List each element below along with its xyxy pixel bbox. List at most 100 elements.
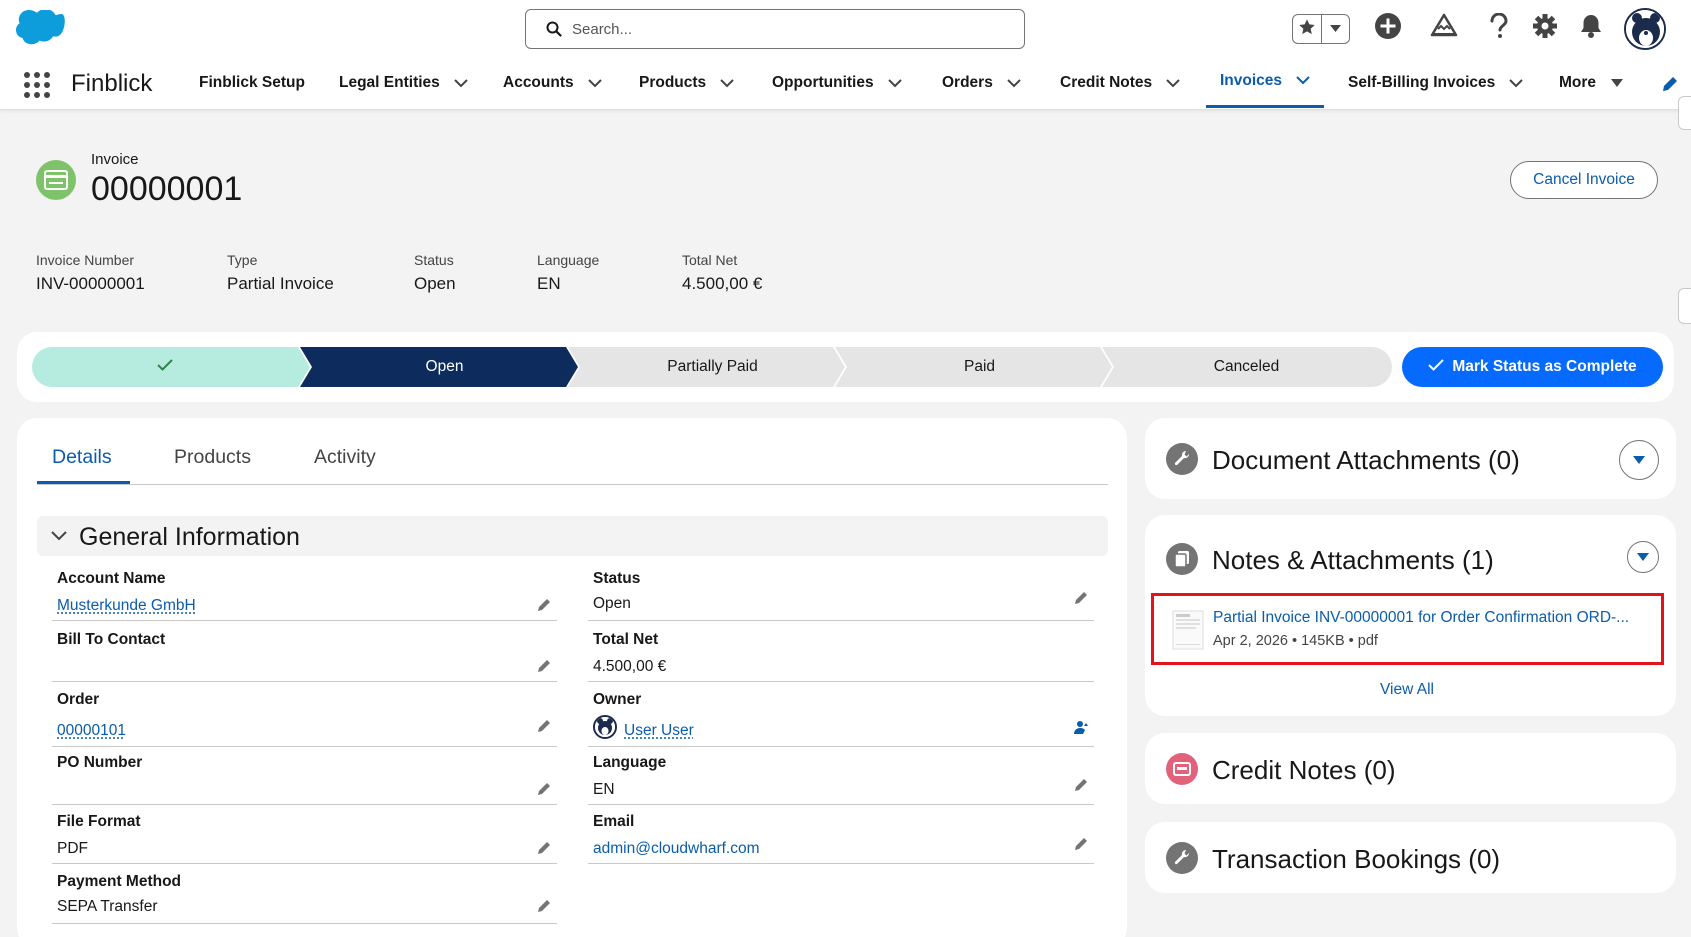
field-status: Status Open (588, 563, 1094, 621)
attachment-title-link[interactable]: Partial Invoice INV-00000001 for Order C… (1213, 609, 1653, 627)
field-account-name: Account Name Musterkunde GmbH (52, 563, 557, 621)
account-name-link[interactable]: Musterkunde GmbH (57, 597, 196, 615)
highlight-language: Language EN (537, 252, 600, 293)
field-po-number: PO Number (52, 747, 557, 805)
tab-products[interactable]: Products (174, 446, 251, 484)
search-input[interactable] (572, 18, 1012, 40)
entity-label: Invoice (91, 151, 139, 168)
help-icon (1489, 12, 1509, 44)
chevron-down-icon[interactable] (454, 78, 468, 88)
global-actions-button[interactable] (1372, 12, 1404, 44)
app-navigation-bar: Finblick Finblick Setup Legal Entities A… (0, 56, 1691, 110)
favorites-button[interactable] (1293, 15, 1321, 43)
nav-item-opportunities[interactable]: Opportunities (772, 56, 902, 110)
chevron-down-icon[interactable] (720, 78, 734, 88)
document-attachments-title[interactable]: Document Attachments (0) (1212, 445, 1520, 476)
bell-icon (1579, 13, 1603, 44)
tab-details[interactable]: Details (37, 446, 130, 484)
global-header (0, 0, 1691, 56)
view-all-link[interactable]: View All (1380, 681, 1434, 699)
nav-item-products[interactable]: Products (639, 56, 734, 110)
mark-status-complete-button[interactable]: Mark Status as Complete (1402, 347, 1663, 387)
app-launcher-icon[interactable] (24, 72, 50, 98)
utility-edge-tab[interactable] (1678, 288, 1691, 324)
change-owner-icon[interactable] (1073, 719, 1089, 740)
highlight-total-net: Total Net 4.500,00 € (682, 252, 763, 293)
chevron-down-icon[interactable] (887, 78, 902, 88)
edit-icon[interactable] (536, 840, 552, 861)
chevron-down-icon[interactable] (587, 78, 602, 88)
utility-edge-tab[interactable] (1678, 96, 1691, 130)
cancel-invoice-button[interactable]: Cancel Invoice (1510, 161, 1658, 199)
edit-icon[interactable] (536, 658, 552, 679)
document-attachments-card: Document Attachments (0) (1145, 418, 1676, 499)
edit-icon[interactable] (536, 718, 552, 739)
document-attachments-menu-button[interactable] (1619, 440, 1659, 480)
chevron-down-icon (1329, 20, 1341, 38)
field-bill-to-contact: Bill To Contact (52, 624, 557, 682)
nav-item-invoices[interactable]: Invoices (1206, 56, 1325, 108)
path-stage-open-label[interactable]: Open (312, 347, 577, 387)
attachment-meta: Apr 2, 2026 • 145KB • pdf (1213, 633, 1378, 649)
setup-button[interactable] (1529, 12, 1561, 44)
edit-icon[interactable] (536, 781, 552, 802)
edit-icon[interactable] (1073, 836, 1089, 857)
path-stage-paid-label[interactable]: Paid (847, 347, 1112, 387)
section-general-information[interactable]: General Information (37, 516, 1108, 556)
favorites-group (1292, 14, 1350, 44)
add-icon (1374, 12, 1402, 45)
owner-link[interactable]: User User (624, 722, 694, 740)
path-stage-canceled-label[interactable]: Canceled (1114, 347, 1379, 387)
nav-item-orders[interactable]: Orders (942, 56, 1021, 110)
email-link[interactable]: admin@cloudwharf.com (593, 840, 760, 858)
transaction-bookings-card: Transaction Bookings (0) (1145, 822, 1676, 893)
notes-attachments-menu-button[interactable] (1627, 541, 1659, 573)
order-link[interactable]: 00000101 (57, 722, 126, 740)
notes-attachments-title[interactable]: Notes & Attachments (1) (1212, 545, 1494, 576)
edit-icon[interactable] (1073, 777, 1089, 798)
attachment-item[interactable]: Partial Invoice INV-00000001 for Order C… (1151, 593, 1664, 665)
credit-note-icon (1166, 753, 1198, 785)
chevron-down-icon[interactable] (1166, 78, 1180, 88)
nav-item-more[interactable]: More (1559, 56, 1624, 110)
nav-item-legal-entities[interactable]: Legal Entities (339, 56, 468, 110)
wrench-icon (1166, 842, 1198, 874)
tab-activity[interactable]: Activity (314, 446, 376, 484)
field-file-format: File Format PDF (52, 806, 557, 864)
path-stage-completed-label[interactable] (32, 347, 297, 387)
edit-nav-button[interactable] (1660, 74, 1680, 99)
nav-item-self-billing-invoices[interactable]: Self-Billing Invoices (1348, 56, 1523, 110)
credit-notes-title[interactable]: Credit Notes (0) (1212, 755, 1396, 786)
edit-icon[interactable] (536, 898, 552, 919)
favorites-list-button[interactable] (1320, 15, 1349, 43)
transaction-bookings-title[interactable]: Transaction Bookings (0) (1212, 844, 1500, 875)
avatar[interactable] (593, 715, 617, 739)
edit-icon[interactable] (536, 597, 552, 618)
field-payment-method: Payment Method SEPA Transfer (52, 866, 557, 924)
chevron-down-icon[interactable] (1007, 78, 1021, 88)
credit-notes-card: Credit Notes (0) (1145, 733, 1676, 804)
salesforce-cloud-logo[interactable] (16, 9, 68, 51)
star-icon (1298, 18, 1316, 41)
chevron-down-icon[interactable] (1610, 78, 1624, 88)
gear-icon (1532, 13, 1558, 44)
global-search[interactable] (525, 9, 1025, 49)
chevron-down-icon[interactable] (1296, 76, 1310, 85)
notifications-button[interactable] (1575, 12, 1607, 44)
chevron-down-icon[interactable] (1509, 78, 1523, 88)
guidance-center-button[interactable] (1428, 12, 1460, 44)
path-stage-partially-paid-label[interactable]: Partially Paid (580, 347, 845, 387)
trailhead-icon (1430, 13, 1458, 44)
chevron-down-icon (51, 528, 67, 546)
tab-divider (37, 484, 1108, 485)
nav-item-credit-notes[interactable]: Credit Notes (1060, 56, 1180, 110)
check-icon (1428, 358, 1445, 376)
avatar[interactable] (1624, 8, 1666, 50)
edit-icon[interactable] (1073, 590, 1089, 611)
copy-icon (1166, 543, 1198, 575)
invoice-record-icon (36, 160, 76, 200)
page-title: 00000001 (91, 170, 243, 208)
nav-item-accounts[interactable]: Accounts (503, 56, 602, 110)
help-button[interactable] (1483, 12, 1515, 44)
nav-item-finblick-setup[interactable]: Finblick Setup (199, 56, 305, 110)
